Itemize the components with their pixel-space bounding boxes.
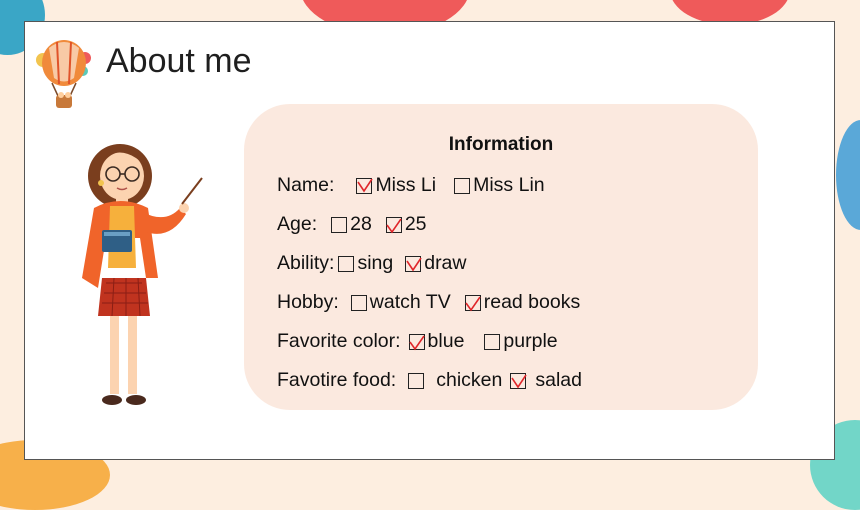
row-label: Favotire food: xyxy=(277,369,397,391)
red-check-icon xyxy=(408,335,425,350)
panel-title: Information xyxy=(448,134,554,155)
red-check-icon xyxy=(357,178,374,192)
info-row-favorite-color: Favorite color: blue purple xyxy=(277,330,558,353)
checkbox-option[interactable] xyxy=(405,255,422,272)
checkbox-option[interactable] xyxy=(338,255,355,272)
option-label: read books xyxy=(483,291,581,313)
option-label: draw xyxy=(424,252,467,274)
option-label: Miss Lin xyxy=(473,174,545,196)
checkbox-option[interactable] xyxy=(408,333,425,350)
row-label: Age: xyxy=(277,213,318,235)
page-title: About me xyxy=(106,42,252,80)
info-row-favorite-food: Favotire food: chicken salad xyxy=(277,369,582,392)
bg-blob-blue-right xyxy=(836,120,860,230)
option-label: sing xyxy=(357,252,394,274)
row-label: Hobby: xyxy=(277,291,339,313)
option-label: blue xyxy=(427,330,465,352)
checkbox-option[interactable] xyxy=(350,294,367,311)
checkbox-option[interactable] xyxy=(408,372,425,389)
checkbox-option[interactable] xyxy=(464,294,481,311)
red-check-icon xyxy=(386,218,402,233)
information-panel: Information Name: Miss Li Miss Lin Age: … xyxy=(244,104,758,410)
option-label: purple xyxy=(503,330,558,352)
checkbox-option[interactable] xyxy=(356,177,374,194)
option-label: 25 xyxy=(404,213,427,235)
option-label: 28 xyxy=(350,213,372,235)
option-label: Miss Li xyxy=(375,174,437,196)
info-row-name: Name: Miss Li Miss Lin xyxy=(277,174,545,197)
info-row-ability: Ability: sing draw xyxy=(277,252,467,275)
option-label: chicken xyxy=(436,369,503,391)
red-check-icon xyxy=(465,296,481,311)
row-label: Name: xyxy=(277,174,335,196)
option-label: salad xyxy=(535,369,582,391)
checkbox-option[interactable] xyxy=(331,216,348,233)
red-check-icon xyxy=(511,374,528,388)
info-row-hobby: Hobby: watch TV read books xyxy=(277,291,580,314)
hot-air-balloon-icon xyxy=(36,40,91,108)
teacher-illustration xyxy=(82,144,203,405)
row-label: Favorite color: xyxy=(277,330,401,352)
info-row-age: Age: 28 25 xyxy=(277,213,427,236)
row-label: Ability: xyxy=(277,252,335,274)
checkbox-option[interactable] xyxy=(510,372,528,389)
checkbox-option[interactable] xyxy=(385,216,402,233)
red-check-icon xyxy=(406,257,422,271)
option-label: watch TV xyxy=(369,291,451,313)
checkbox-option[interactable] xyxy=(454,177,471,194)
checkbox-option[interactable] xyxy=(484,333,501,350)
